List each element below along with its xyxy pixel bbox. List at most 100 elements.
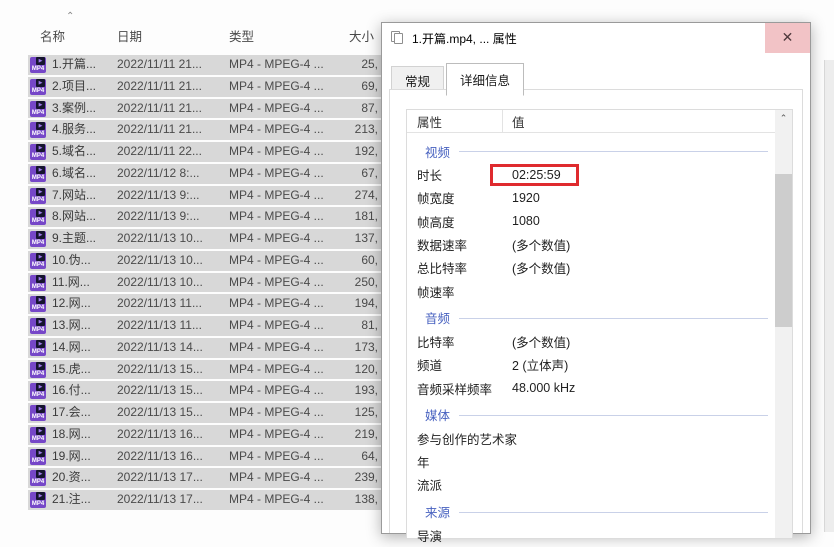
property-row[interactable]: 音频采样频率 48.000 kHz xyxy=(407,376,774,399)
file-row[interactable]: ▶ MP4 19.网... 2022/11/13 16... MP4 - MPE… xyxy=(28,447,382,467)
file-name: 2.项目... xyxy=(52,77,116,97)
property-row[interactable]: 来源 xyxy=(407,500,774,524)
column-header-size[interactable]: 大小 xyxy=(349,26,374,45)
column-header-type[interactable]: 类型 xyxy=(229,26,254,45)
property-row[interactable]: 导演 xyxy=(407,524,774,547)
file-row[interactable]: ▶ MP4 10.伪... 2022/11/13 10... MP4 - MPE… xyxy=(28,251,382,271)
property-label: 流派 xyxy=(417,475,512,494)
property-row[interactable]: 时长 02:25:59 xyxy=(407,163,774,186)
file-date: 2022/11/11 21... xyxy=(117,77,202,97)
property-label: 帧宽度 xyxy=(417,188,512,207)
file-type: MP4 - MPEG-4 ... xyxy=(229,55,324,75)
scrollbar-thumb[interactable] xyxy=(775,174,792,327)
property-value: 02:25:59 xyxy=(512,164,774,186)
file-row[interactable]: ▶ MP4 1.开篇... 2022/11/11 21... MP4 - MPE… xyxy=(28,55,382,75)
file-row[interactable]: ▶ MP4 2.项目... 2022/11/11 21... MP4 - MPE… xyxy=(28,77,382,97)
property-row[interactable]: 帧宽度 1920 xyxy=(407,186,774,209)
dialog-title: 1.开篇.mp4, ... 属性 xyxy=(412,30,517,47)
file-row[interactable]: ▶ MP4 11.网... 2022/11/13 10... MP4 - MPE… xyxy=(28,273,382,293)
property-row[interactable]: 数据速率 (多个数值) xyxy=(407,233,774,256)
file-type: MP4 - MPEG-4 ... xyxy=(229,207,324,227)
property-row[interactable]: 频道 2 (立体声) xyxy=(407,353,774,376)
column-header-name[interactable]: 名称 xyxy=(40,26,65,45)
mp4-file-icon: ▶ MP4 xyxy=(30,318,46,334)
file-row[interactable]: ▶ MP4 14.网... 2022/11/13 14... MP4 - MPE… xyxy=(28,338,382,358)
mp4-file-icon: ▶ MP4 xyxy=(30,144,46,160)
mp4-icon-label: MP4 xyxy=(30,218,46,225)
property-label: 媒体 xyxy=(425,405,450,424)
properties-scrollbar[interactable]: ⌃ xyxy=(775,110,792,538)
file-name: 7.网站... xyxy=(52,186,116,206)
mp4-icon-label: MP4 xyxy=(30,436,46,443)
file-size: 173, xyxy=(355,338,378,358)
mp4-icon-label: MP4 xyxy=(30,240,46,247)
file-row[interactable]: ▶ MP4 3.案例... 2022/11/11 21... MP4 - MPE… xyxy=(28,99,382,119)
file-row[interactable]: ▶ MP4 13.网... 2022/11/13 11... MP4 - MPE… xyxy=(28,316,382,336)
property-value xyxy=(512,284,774,298)
file-row[interactable]: ▶ MP4 18.网... 2022/11/13 16... MP4 - MPE… xyxy=(28,425,382,445)
file-size: 250, xyxy=(355,273,378,293)
properties-dialog: 1.开篇.mp4, ... 属性 ✕ 常规 详细信息 属性 值 视频 时长 xyxy=(381,22,811,534)
properties-rows: 视频 时长 02:25:59 帧宽度 1920 帧高度 xyxy=(407,133,774,547)
mp4-icon-label: MP4 xyxy=(30,458,46,465)
mp4-file-icon: ▶ MP4 xyxy=(30,340,46,356)
column-header-date[interactable]: 日期 xyxy=(117,26,142,45)
tab-details[interactable]: 详细信息 xyxy=(446,63,524,96)
file-date: 2022/11/13 15... xyxy=(117,403,203,423)
file-row[interactable]: ▶ MP4 5.域名... 2022/11/11 22... MP4 - MPE… xyxy=(28,142,382,162)
file-date: 2022/11/13 11... xyxy=(117,294,202,314)
dialog-title-bar[interactable]: 1.开篇.mp4, ... 属性 ✕ xyxy=(382,23,810,53)
file-size: 137, xyxy=(355,229,378,249)
file-row[interactable]: ▶ MP4 6.域名... 2022/11/12 8:... MP4 - MPE… xyxy=(28,164,382,184)
file-row[interactable]: ▶ MP4 4.服务... 2022/11/11 21... MP4 - MPE… xyxy=(28,120,382,140)
property-row[interactable]: 音频 xyxy=(407,306,774,330)
mp4-icon-label: MP4 xyxy=(30,479,46,486)
property-row[interactable]: 比特率 (多个数值) xyxy=(407,330,774,353)
file-row[interactable]: ▶ MP4 17.会... 2022/11/13 15... MP4 - MPE… xyxy=(28,403,382,423)
file-name: 1.开篇... xyxy=(52,55,116,75)
file-date: 2022/11/13 9:... xyxy=(117,207,200,227)
file-type: MP4 - MPEG-4 ... xyxy=(229,251,324,271)
property-label: 比特率 xyxy=(417,332,512,351)
file-size: 69, xyxy=(361,77,378,97)
file-row[interactable]: ▶ MP4 9.主题... 2022/11/13 10... MP4 - MPE… xyxy=(28,229,382,249)
file-row[interactable]: ▶ MP4 20.资... 2022/11/13 17... MP4 - MPE… xyxy=(28,468,382,488)
file-name: 20.资... xyxy=(52,468,116,488)
property-row[interactable]: 媒体 xyxy=(407,403,774,427)
property-value-text: 02:25:59 xyxy=(490,164,579,186)
file-row[interactable]: ▶ MP4 8.网站... 2022/11/13 9:... MP4 - MPE… xyxy=(28,207,382,227)
mp4-file-icon: ▶ MP4 xyxy=(30,492,46,508)
mp4-icon-label: MP4 xyxy=(30,371,46,378)
mp4-file-icon: ▶ MP4 xyxy=(30,427,46,443)
property-row[interactable]: 视频 xyxy=(407,139,774,163)
play-icon: ▶ xyxy=(36,122,45,130)
file-row[interactable]: ▶ MP4 12.网... 2022/11/13 11... MP4 - MPE… xyxy=(28,294,382,314)
file-name: 14.网... xyxy=(52,338,116,358)
mp4-icon-label: MP4 xyxy=(30,88,46,95)
file-name: 11.网... xyxy=(52,273,116,293)
property-row[interactable]: 总比特率 (多个数值) xyxy=(407,256,774,279)
mp4-file-icon: ▶ MP4 xyxy=(30,296,46,312)
property-value xyxy=(512,431,774,445)
close-button[interactable]: ✕ xyxy=(765,23,810,53)
file-type: MP4 - MPEG-4 ... xyxy=(229,403,324,423)
mp4-icon-label: MP4 xyxy=(30,327,46,334)
property-row[interactable]: 帧高度 1080 xyxy=(407,210,774,233)
play-icon: ▶ xyxy=(36,449,45,457)
property-value: 1080 xyxy=(512,214,774,228)
property-row[interactable]: 流派 xyxy=(407,473,774,496)
file-type: MP4 - MPEG-4 ... xyxy=(229,186,324,206)
file-date: 2022/11/13 9:... xyxy=(117,186,200,206)
property-value-text: 1920 xyxy=(512,191,540,205)
scroll-up-icon[interactable]: ⌃ xyxy=(775,110,792,127)
property-row[interactable]: 参与创作的艺术家 xyxy=(407,427,774,450)
file-date: 2022/11/13 16... xyxy=(117,425,203,445)
property-row[interactable]: 年 xyxy=(407,450,774,473)
file-row[interactable]: ▶ MP4 21.注... 2022/11/13 17... MP4 - MPE… xyxy=(28,490,382,510)
file-row[interactable]: ▶ MP4 7.网站... 2022/11/13 9:... MP4 - MPE… xyxy=(28,186,382,206)
file-date: 2022/11/11 21... xyxy=(117,55,202,75)
file-row[interactable]: ▶ MP4 15.虎... 2022/11/13 15... MP4 - MPE… xyxy=(28,360,382,380)
property-row[interactable]: 帧速率 xyxy=(407,279,774,302)
file-row[interactable]: ▶ MP4 16.付... 2022/11/13 15... MP4 - MPE… xyxy=(28,381,382,401)
file-size: 193, xyxy=(355,381,378,401)
